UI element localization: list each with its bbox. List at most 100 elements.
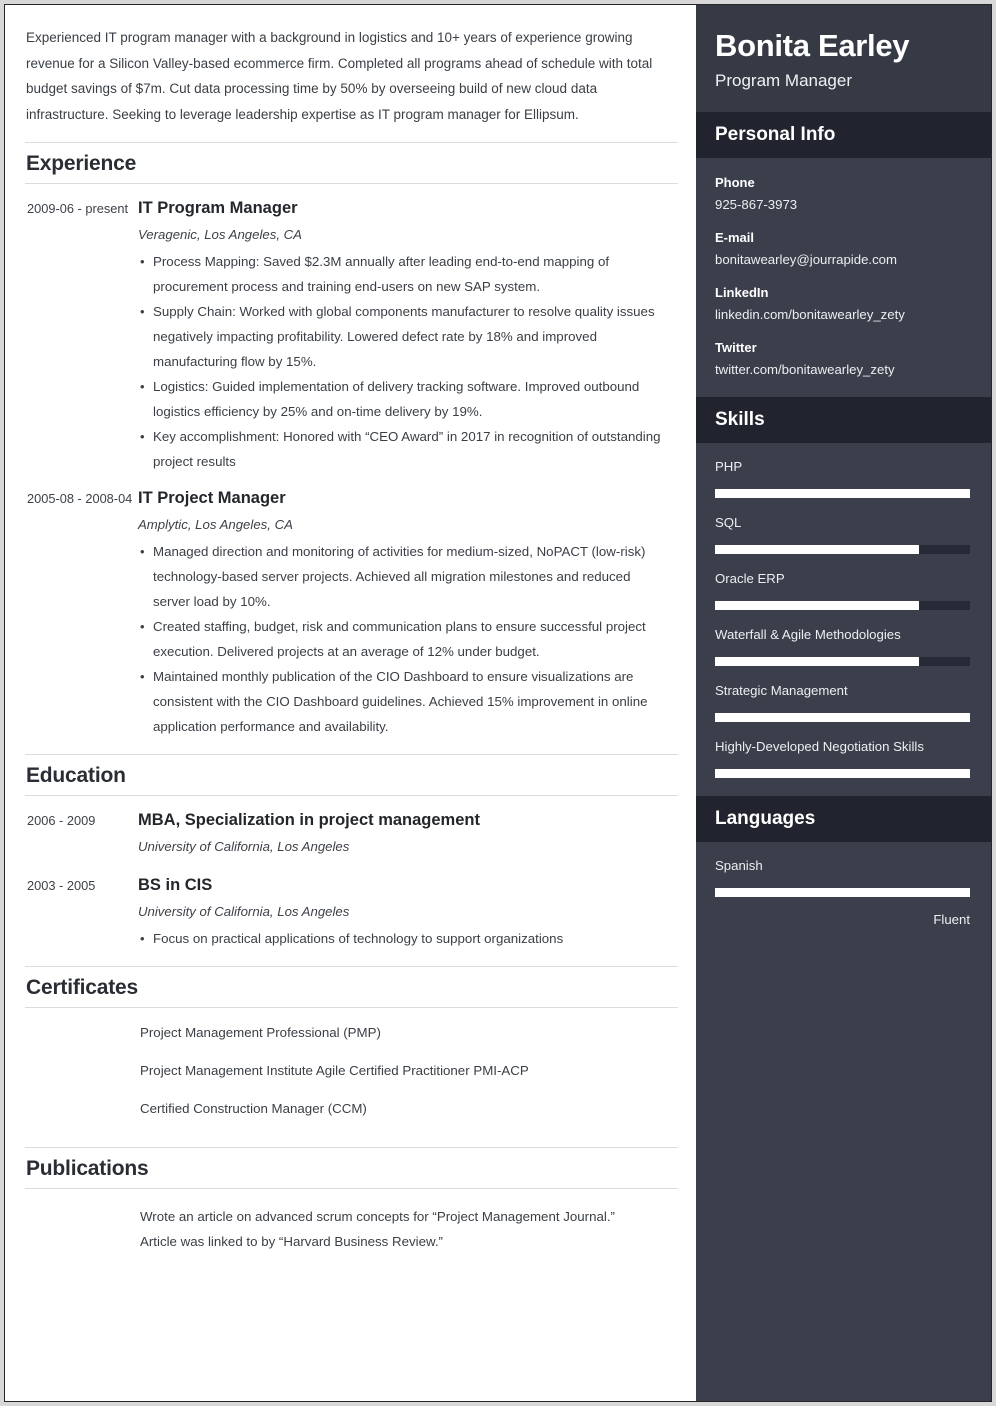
skills-list: PHP SQL Oracle ERP Waterfall & Agile Method… — [696, 443, 991, 796]
experience-entry-date: 2009-06 - present — [27, 201, 129, 216]
skills-heading: Skills — [715, 409, 765, 430]
personal-info-item: E-mail bonitawearley@jourrapide.com — [715, 227, 970, 271]
resume-sidebar: Bonita Earley Program Manager Personal I… — [696, 5, 991, 1401]
languages-heading: Languages — [715, 808, 816, 829]
skill-item: Oracle ERP — [715, 569, 970, 610]
certificates-heading-row: Certificates — [25, 966, 678, 1008]
publication-line: Article was linked to by “Harvard Busine… — [140, 1234, 443, 1249]
language-item-bar-fill — [715, 888, 970, 897]
skill-item-label: Waterfall & Agile Methodologies — [715, 627, 901, 642]
skill-item-bar-fill — [715, 713, 970, 722]
personal-info-value[interactable]: 925-867-3973 — [715, 194, 970, 216]
experience-entry-org: Veragenic, Los Angeles, CA — [138, 227, 302, 242]
resume-entry: 2005-08 - 2008-04 IT Project Manager Amply… — [25, 474, 678, 739]
personal-info-value[interactable]: bonitawearley@jourrapide.com — [715, 249, 970, 271]
publication-line: Wrote an article on advanced scrum conce… — [140, 1209, 615, 1224]
language-item-proficiency: Fluent — [933, 912, 970, 927]
education-entry-bullets: Focus on practical applications of techn… — [138, 926, 666, 951]
resume-page: Experienced IT program manager with a ba… — [4, 4, 992, 1402]
skill-item-bar — [715, 489, 970, 498]
skill-item: SQL — [715, 513, 970, 554]
education-entry-title: MBA, Specialization in project managemen… — [138, 811, 480, 829]
skill-item-bar — [715, 713, 970, 722]
publication-item: Wrote an article on advanced scrum conce… — [25, 1195, 678, 1263]
education-entry-org: University of California, Los Angeles — [138, 839, 350, 854]
education-entry-org: University of California, Los Angeles — [138, 904, 350, 919]
language-item-bar — [715, 888, 970, 897]
experience-entry-bullets: Managed direction and monitoring of acti… — [138, 539, 666, 739]
experience-entry-date: 2005-08 - 2008-04 — [27, 491, 133, 506]
certificate-item: Project Management Institute Agile Certi… — [140, 1063, 529, 1078]
language-item-label: Spanish — [715, 858, 763, 873]
skill-item-bar — [715, 601, 970, 610]
sidebar-header: Bonita Earley Program Manager — [696, 5, 991, 112]
skill-item-label: Highly-Developed Negotiation Skills — [715, 739, 924, 754]
publications-list: Wrote an article on advanced scrum conce… — [25, 1189, 678, 1267]
bullet-item: Supply Chain: Worked with global compone… — [138, 299, 666, 374]
skill-item-bar — [715, 769, 970, 778]
resume-entry: 2003 - 2005 BS in CIS University of Califo… — [25, 861, 678, 951]
certificates-list: Project Management Professional (PMP) Pro… — [25, 1008, 678, 1132]
skill-item-bar — [715, 657, 970, 666]
education-entry-date: 2003 - 2005 — [27, 878, 96, 893]
personal-info-value[interactable]: linkedin.com/bonitawearley_zety — [715, 304, 970, 326]
personal-info-label: Phone — [715, 175, 755, 190]
professional-summary: Experienced IT program manager with a ba… — [26, 30, 653, 122]
languages-list: Spanish Fluent — [696, 842, 991, 948]
section-education: Education 2006 - 2009 MBA, Specialization… — [25, 754, 678, 951]
skill-item: Waterfall & Agile Methodologies — [715, 625, 970, 666]
personal-info-item: LinkedIn linkedin.com/bonitawearley_zety — [715, 282, 970, 326]
experience-entry-body: IT Program Manager Veragenic, Los Angeles… — [138, 197, 678, 474]
personal-info-label: E-mail — [715, 230, 755, 245]
skill-item-label: Oracle ERP — [715, 571, 785, 586]
candidate-role: Program Manager — [715, 71, 853, 90]
publications-heading-row: Publications — [25, 1147, 678, 1189]
experience-entry-title: IT Project Manager — [138, 489, 286, 507]
skill-item-bar-fill — [715, 601, 919, 610]
bullet-item: Managed direction and monitoring of acti… — [138, 539, 666, 614]
skill-item-bar-fill — [715, 769, 970, 778]
bullet-item: Key accomplishment: Honored with “CEO Aw… — [138, 424, 666, 474]
personal-info-value[interactable]: twitter.com/bonitawearley_zety — [715, 359, 970, 381]
certificates-heading: Certificates — [26, 976, 138, 999]
experience-entry-title: IT Program Manager — [138, 199, 298, 217]
publications-heading: Publications — [26, 1157, 149, 1180]
skill-item-label: SQL — [715, 515, 742, 530]
personal-info-heading-row: Personal Info — [696, 112, 991, 158]
bullet-item: Focus on practical applications of techn… — [138, 926, 666, 951]
education-heading-row: Education — [25, 754, 678, 796]
bullet-item: Logistics: Guided implementation of deli… — [138, 374, 666, 424]
section-publications: Publications Wrote an article on advance… — [25, 1147, 678, 1267]
skill-item-bar — [715, 545, 970, 554]
personal-info-label: Twitter — [715, 340, 757, 355]
education-entry-date: 2006 - 2009 — [27, 813, 96, 828]
education-entries: 2006 - 2009 MBA, Specialization in projec… — [25, 796, 678, 951]
skill-item: PHP — [715, 457, 970, 498]
personal-info-label: LinkedIn — [715, 285, 769, 300]
certificate-item: Project Management Professional (PMP) — [140, 1025, 381, 1040]
education-entry-body: BS in CIS University of California, Los A… — [138, 874, 678, 951]
certificate-item: Certified Construction Manager (CCM) — [140, 1101, 367, 1116]
bullet-item: Created staffing, budget, risk and commu… — [138, 614, 666, 664]
experience-entry-bullets: Process Mapping: Saved $2.3M annually af… — [138, 249, 666, 474]
experience-entry-org: Amplytic, Los Angeles, CA — [138, 517, 293, 532]
skills-heading-row: Skills — [696, 397, 991, 443]
experience-heading-row: Experience — [25, 142, 678, 184]
section-experience: Experience 2009-06 - present IT Program M… — [25, 142, 678, 739]
candidate-name: Bonita Earley — [715, 28, 910, 63]
skill-item: Highly-Developed Negotiation Skills — [715, 737, 970, 778]
bullet-item: Maintained monthly publication of the CI… — [138, 664, 666, 739]
resume-entry: 2006 - 2009 MBA, Specialization in projec… — [25, 796, 678, 861]
skill-item: Strategic Management — [715, 681, 970, 722]
resume-entry: 2009-06 - present IT Program Manager Verag… — [25, 184, 678, 474]
skill-item-label: Strategic Management — [715, 683, 848, 698]
language-item: Spanish Fluent — [715, 856, 970, 930]
personal-info-item: Phone 925-867-3973 — [715, 172, 970, 216]
resume-main-column: Experienced IT program manager with a ba… — [5, 5, 696, 1401]
languages-heading-row: Languages — [696, 796, 991, 842]
bullet-item: Process Mapping: Saved $2.3M annually af… — [138, 249, 666, 299]
education-entry-title: BS in CIS — [138, 876, 213, 894]
personal-info-heading: Personal Info — [715, 124, 836, 145]
personal-info-list: Phone 925-867-3973 E-mail bonitawearley@jou… — [696, 158, 991, 397]
experience-heading: Experience — [26, 152, 137, 175]
